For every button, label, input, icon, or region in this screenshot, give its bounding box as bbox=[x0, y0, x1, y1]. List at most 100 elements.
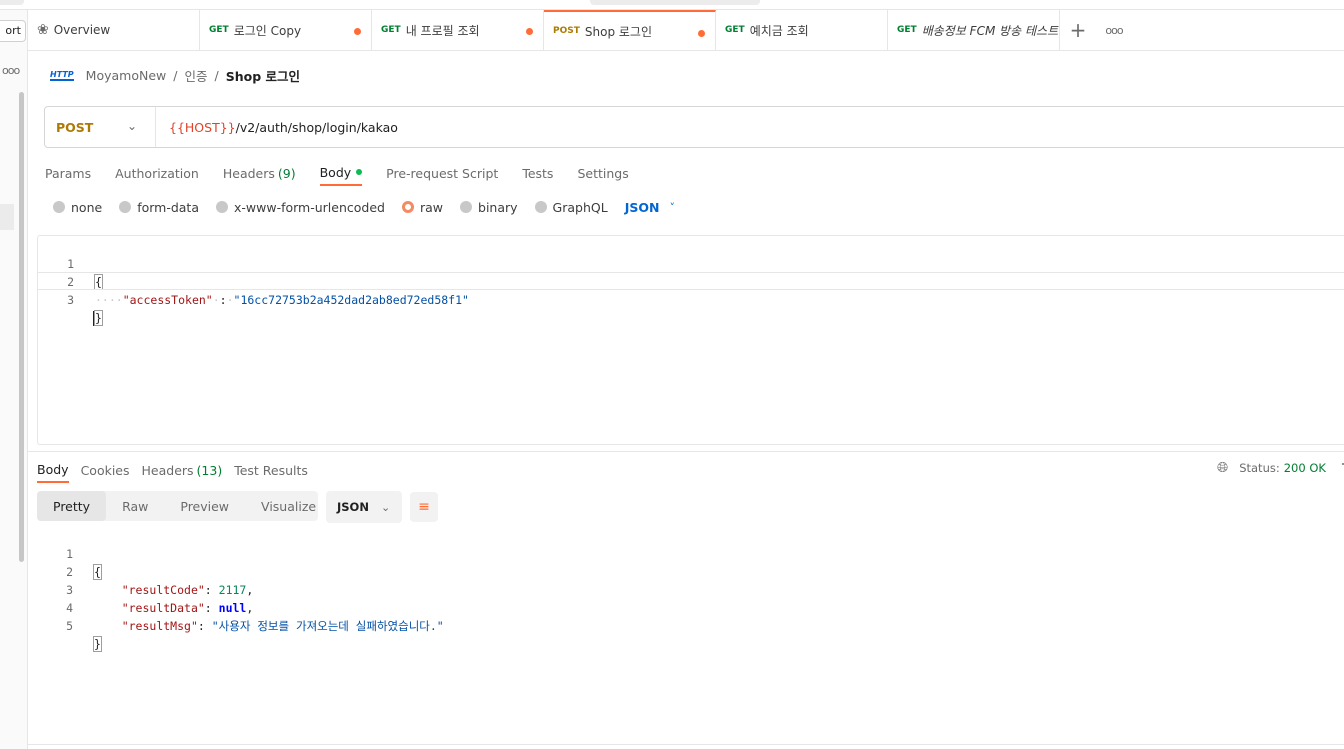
tab-more-icon[interactable]: ooo bbox=[1096, 10, 1132, 50]
tab-label: 로그인 Copy bbox=[233, 23, 302, 38]
request-tab-label: Headers bbox=[222, 165, 275, 181]
wrap-lines-button[interactable]: ≡ bbox=[410, 492, 438, 522]
response-body-viewer[interactable]: 1 { 2 "resultCode": 2117, 3 "resultData"… bbox=[37, 527, 1337, 652]
body-type-none[interactable]: none bbox=[53, 200, 102, 215]
request-tab-params[interactable]: Params bbox=[45, 160, 91, 186]
request-tab-label: Settings bbox=[577, 165, 629, 181]
tab-method-label: GET bbox=[725, 25, 745, 35]
request-tab[interactable]: GET 로그인 Copy bbox=[200, 10, 372, 50]
unsaved-dot-icon bbox=[698, 30, 705, 37]
radio-circle-icon[interactable] bbox=[53, 201, 65, 213]
tab-label: 예치금 조회 bbox=[749, 23, 809, 38]
method-select[interactable]: POST ⌄ bbox=[45, 107, 156, 147]
url-host-variable: {{HOST}} bbox=[169, 119, 236, 135]
http-request-icon: HTTP bbox=[50, 69, 74, 81]
method-label: POST bbox=[56, 119, 94, 135]
radio-label: form-data bbox=[137, 199, 199, 215]
json-colon: : bbox=[219, 293, 227, 307]
add-tab-button[interactable]: + bbox=[1060, 10, 1096, 50]
url-bar: POST ⌄ {{HOST}}/v2/auth/shop/login/kakao bbox=[44, 106, 1344, 148]
code-line: 5 } bbox=[37, 599, 1344, 652]
radio-circle-icon[interactable] bbox=[401, 201, 414, 213]
request-tab-body[interactable]: Body bbox=[319, 160, 363, 186]
request-tab-label: Authorization bbox=[115, 165, 199, 181]
radio-circle-icon[interactable] bbox=[119, 201, 132, 213]
body-type-raw[interactable]: raw bbox=[401, 199, 444, 215]
response-tab-test-results[interactable]: Test Results bbox=[234, 457, 308, 483]
sidebar-scrollbar[interactable] bbox=[19, 92, 24, 562]
request-body-editor[interactable]: 1 { 2 ····"accessToken"·:·"16cc72753b2a4… bbox=[37, 235, 1344, 445]
window-top-strip bbox=[0, 0, 1344, 10]
response-tab-cookies[interactable]: Cookies bbox=[81, 457, 130, 483]
tab-method-label: GET bbox=[897, 25, 917, 35]
status-code[interactable]: 200 OK bbox=[1284, 461, 1326, 475]
request-tab-pre-request-script[interactable]: Pre-request Script bbox=[386, 160, 498, 186]
request-tab-authorization[interactable]: Authorization bbox=[115, 160, 199, 186]
tab-label: Shop 로그인 bbox=[584, 24, 652, 39]
body-type-x-www-form-urlencoded[interactable]: x-www-form-urlencoded bbox=[216, 200, 385, 215]
url-input[interactable]: {{HOST}}/v2/auth/shop/login/kakao bbox=[156, 120, 398, 135]
url-path: /v2/auth/shop/login/kakao bbox=[235, 119, 398, 135]
request-tab[interactable]: POST Shop 로그인 bbox=[544, 10, 716, 50]
request-tab-label: Tests bbox=[522, 165, 554, 181]
close-brace: } bbox=[94, 310, 103, 326]
response-tab-body[interactable]: Body bbox=[37, 457, 69, 483]
breadcrumb-folder[interactable]: 인증 bbox=[184, 66, 207, 85]
code-line: 3 "resultData": null, bbox=[37, 563, 1344, 615]
request-tab-headers[interactable]: Headers (9) bbox=[223, 160, 296, 186]
request-tab[interactable]: GET 예치금 조회 bbox=[716, 10, 888, 50]
view-mode-pretty[interactable]: Pretty bbox=[37, 491, 107, 521]
radio-circle-icon[interactable] bbox=[534, 201, 547, 213]
response-format-select[interactable]: JSON ⌄ bbox=[326, 491, 402, 523]
response-divider[interactable] bbox=[28, 451, 1344, 452]
radio-label: GraphQL bbox=[552, 199, 608, 215]
response-tab-label: Body bbox=[37, 461, 69, 477]
response-view-modes: Pretty Raw Preview Visualize bbox=[37, 491, 318, 521]
tab-method-label: GET bbox=[381, 25, 401, 35]
request-tab-settings[interactable]: Settings bbox=[577, 160, 628, 186]
radio-label: x-www-form-urlencoded bbox=[234, 199, 385, 215]
response-tab-label: Cookies bbox=[80, 462, 130, 478]
response-tab-label: Test Results bbox=[234, 462, 308, 478]
response-tab-label: Headers bbox=[141, 462, 194, 478]
wrap-lines-icon: ≡ bbox=[418, 499, 430, 515]
import-button[interactable]: ort bbox=[0, 20, 26, 42]
breadcrumb: HTTP MoyamoNew / 인증 / Shop 로그인 bbox=[50, 64, 300, 86]
globe-icon[interactable]: 🌐︎ bbox=[1217, 460, 1228, 476]
radio-circle-icon[interactable] bbox=[216, 201, 228, 213]
response-format-label: JSON bbox=[337, 500, 369, 514]
request-tab-label: Pre-request Script bbox=[386, 165, 499, 181]
radio-label: binary bbox=[478, 199, 518, 215]
view-mode-preview[interactable]: Preview bbox=[164, 491, 245, 521]
tab-overview[interactable]: ❀ Overview bbox=[28, 10, 200, 50]
request-tab[interactable]: GET 내 프로필 조회 bbox=[372, 10, 544, 50]
body-format-select[interactable]: JSON ˅ bbox=[625, 200, 675, 215]
breadcrumb-current-request[interactable]: Shop 로그인 bbox=[226, 66, 300, 85]
request-tab-count: (9) bbox=[277, 165, 296, 181]
body-type-graphql[interactable]: GraphQL bbox=[534, 199, 608, 215]
body-type-form-data[interactable]: form-data bbox=[119, 200, 199, 215]
view-mode-visualize[interactable]: Visualize bbox=[245, 491, 332, 521]
request-tab[interactable]: GET 배송정보 FCM 방송 테스트 bbox=[888, 10, 1060, 50]
radio-label: none bbox=[71, 199, 103, 215]
response-tab-count: (13) bbox=[196, 462, 223, 478]
left-sidebar: ort ooo bbox=[0, 10, 28, 749]
breadcrumb-collection[interactable]: MoyamoNew bbox=[86, 68, 167, 83]
unsaved-dot-icon bbox=[526, 28, 533, 35]
chevron-down-icon: ⌄ bbox=[380, 500, 391, 514]
json-value: "사용자 정보를 가져오는데 실패하였습니다." bbox=[211, 619, 444, 633]
json-key: "accessToken" bbox=[122, 293, 213, 307]
request-tab-tests[interactable]: Tests bbox=[522, 160, 553, 186]
request-tabbar: ❀ Overview GET 로그인 Copy GET 내 프로필 조회 POST Shop … bbox=[28, 10, 1344, 51]
line-number: 3 bbox=[67, 293, 74, 307]
body-format-label: JSON bbox=[624, 199, 660, 215]
sidebar-more-icon[interactable]: ooo bbox=[2, 64, 20, 77]
sidebar-selected-item[interactable] bbox=[0, 204, 14, 230]
body-type-binary[interactable]: binary bbox=[460, 200, 518, 215]
code-line: 2 "resultCode": 2117, bbox=[37, 545, 1344, 597]
view-mode-raw[interactable]: Raw bbox=[106, 491, 164, 521]
response-tab-headers[interactable]: Headers (13) bbox=[142, 457, 223, 483]
search-bar-fragment[interactable] bbox=[590, 0, 760, 5]
radio-circle-icon[interactable] bbox=[460, 201, 473, 213]
radio-label: raw bbox=[419, 199, 444, 215]
